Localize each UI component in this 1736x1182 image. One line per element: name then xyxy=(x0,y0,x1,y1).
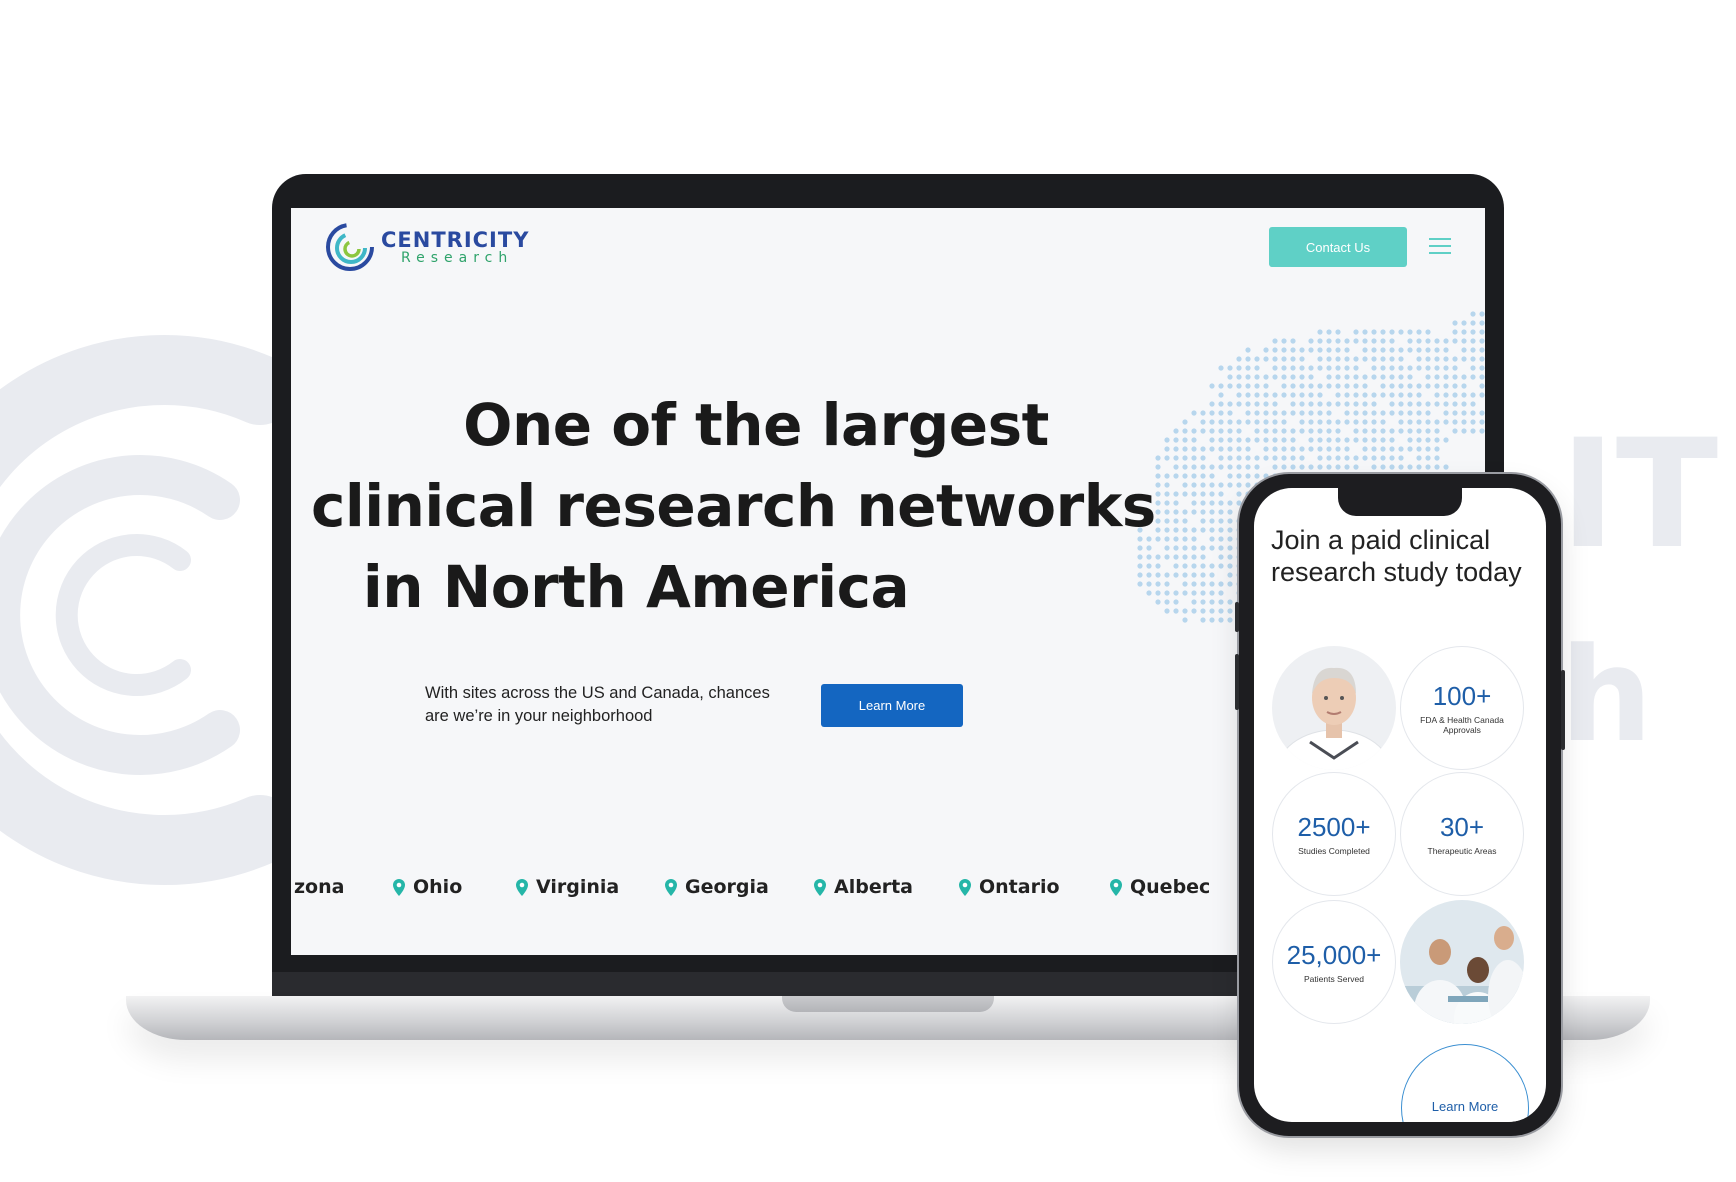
mobile-title: Join a paid clinical research study toda… xyxy=(1271,525,1522,587)
phone-frame: Join a paid clinical research study toda… xyxy=(1235,474,1565,1136)
stat-label: Studies Completed xyxy=(1298,846,1370,856)
learn-more-button[interactable]: Learn More xyxy=(821,684,963,727)
mobile-learn-more-button[interactable]: Learn More xyxy=(1401,1044,1529,1122)
phone-notch xyxy=(1338,488,1462,516)
location-item[interactable]: Quebec xyxy=(1110,876,1210,898)
logo-subtitle: Research xyxy=(401,250,514,266)
location-label: zona xyxy=(294,876,345,898)
contact-us-button[interactable]: Contact Us xyxy=(1269,227,1407,267)
location-item[interactable]: Alberta xyxy=(814,876,913,898)
phone-side-button xyxy=(1235,602,1239,632)
location-label: Georgia xyxy=(685,876,769,898)
location-label: Quebec xyxy=(1130,876,1211,898)
location-item[interactable]: Ontario xyxy=(959,876,1060,898)
hero-subtitle: With sites across the US and Canada, cha… xyxy=(425,684,770,725)
location-item[interactable]: Virginia xyxy=(516,876,619,898)
logo-swirl-icon xyxy=(326,223,374,271)
stat-value: 2500+ xyxy=(1297,812,1371,842)
location-item[interactable]: zona xyxy=(294,876,344,898)
stat-approvals: 100+ FDA & Health Canada Approvals xyxy=(1400,646,1524,770)
location-pin-icon xyxy=(814,878,826,896)
hero-title-line: clinical research networks xyxy=(311,472,1156,540)
location-label: Ohio xyxy=(413,876,463,898)
location-pin-icon xyxy=(959,878,971,896)
location-pin-icon xyxy=(665,878,677,896)
location-pin-icon xyxy=(393,878,405,896)
phone-screen: Join a paid clinical research study toda… xyxy=(1254,488,1546,1122)
location-label: Ontario xyxy=(979,876,1060,898)
stat-value: 25,000+ xyxy=(1286,940,1382,970)
laptop-opening-notch xyxy=(782,996,994,1012)
location-label: Virginia xyxy=(536,876,620,898)
background-text-watermark: IT h xyxy=(1560,408,1719,771)
location-pin-icon xyxy=(516,878,528,896)
stat-label: Therapeutic Areas xyxy=(1427,846,1497,856)
hero-title: One of the largest clinical research net… xyxy=(311,385,1156,628)
medical-team-photo xyxy=(1400,900,1524,1024)
stat-label: Patients Served xyxy=(1303,974,1364,984)
logo-name: CENTRICITY xyxy=(381,228,530,252)
location-item[interactable]: Ohio xyxy=(393,876,462,898)
phone-side-button xyxy=(1561,670,1565,750)
site-logo[interactable]: CENTRICITY Research xyxy=(325,222,529,272)
stat-therapeutic-areas: 30+ Therapeutic Areas xyxy=(1400,772,1524,896)
location-pin-icon xyxy=(1110,878,1122,896)
phone-side-button xyxy=(1235,654,1239,710)
stat-studies: 2500+ Studies Completed xyxy=(1272,772,1396,896)
stat-label: FDA & Health Canada Approvals xyxy=(1420,715,1504,735)
hero-title-line: One of the largest xyxy=(463,391,1049,459)
location-label: Alberta xyxy=(834,876,913,898)
menu-icon[interactable] xyxy=(1429,238,1451,254)
stat-value: 100+ xyxy=(1432,681,1492,711)
background-swirl-watermark xyxy=(0,335,295,885)
hero-title-line: in North America xyxy=(362,553,910,621)
stat-value: 30+ xyxy=(1439,812,1485,842)
location-item[interactable]: Georgia xyxy=(665,876,769,898)
doctor-photo xyxy=(1272,646,1396,770)
stat-patients: 25,000+ Patients Served xyxy=(1272,900,1396,1024)
